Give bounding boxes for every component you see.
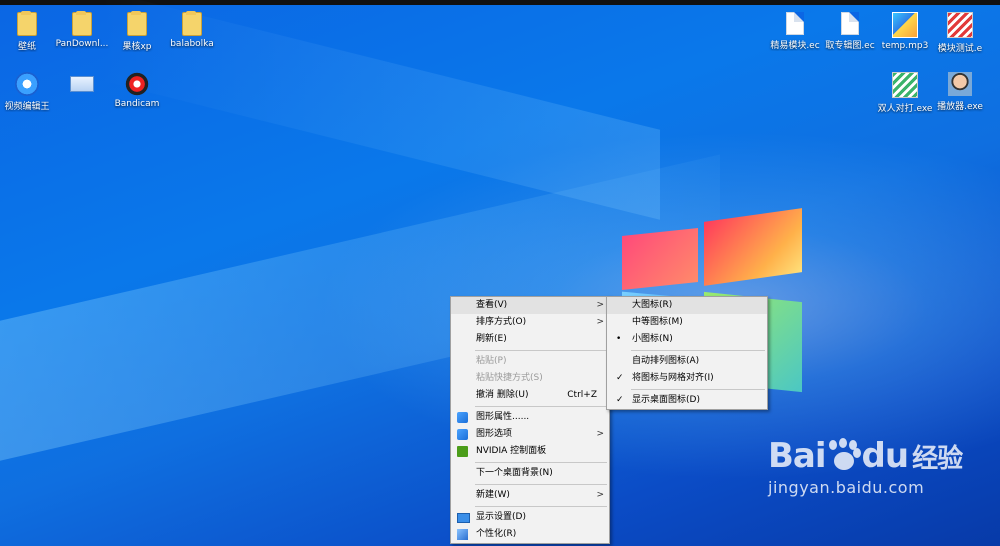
menu-item-label: 图形选项 [476, 429, 513, 439]
program-icon [892, 72, 918, 98]
desktop-icon-label: 视频编辑王 [4, 102, 50, 112]
graphics-icon [457, 429, 468, 440]
desktop-icon-label: 模块测试.e [937, 44, 983, 54]
desktop-context-menu: 查看(V) > 排序方式(O) > 刷新(E) 粘贴(P) 粘贴快捷方式(S) … [450, 296, 610, 544]
baidu-jingyan-watermark: Bai du 经验 jingyan.baidu.com [768, 436, 963, 497]
document-icon [786, 12, 804, 35]
paw-icon [828, 440, 860, 472]
menu-item-sort-by[interactable]: 排序方式(O) > [451, 314, 609, 331]
logo-pane-top-right [704, 208, 802, 286]
menu-item-personalize[interactable]: 个性化(R) [451, 526, 609, 543]
menu-item-nvidia-control-panel[interactable]: NVIDIA 控制面板 [451, 443, 609, 460]
nvidia-icon [457, 446, 468, 457]
watermark-url: jingyan.baidu.com [768, 478, 925, 497]
chevron-right-icon: > [596, 429, 604, 439]
menu-item-label: 小图标(N) [632, 334, 673, 344]
menu-item-label: 粘贴快捷方式(S) [476, 373, 543, 383]
submenu-item-medium-icons[interactable]: 中等图标(M) [607, 314, 767, 331]
menu-item-paste-shortcut[interactable]: 粘贴快捷方式(S) [451, 370, 609, 387]
desktop-icon-module-test[interactable]: 模块测试.e [928, 12, 992, 54]
computer-icon [70, 76, 94, 92]
menu-item-label: 粘贴(P) [476, 356, 507, 366]
view-submenu: 大图标(R) 中等图标(M) • 小图标(N) 自动排列图标(A) ✓ 将图标与… [606, 296, 768, 410]
menu-item-label: 排序方式(O) [476, 317, 527, 327]
baidu-logo-text-left: Bai [768, 436, 827, 476]
menu-item-paste[interactable]: 粘贴(P) [451, 353, 609, 370]
chevron-right-icon: > [596, 300, 604, 310]
menu-item-new[interactable]: 新建(W) > [451, 487, 609, 504]
audio-file-icon [892, 12, 918, 38]
checkmark-icon: ✓ [616, 395, 624, 405]
menu-item-label: 新建(W) [476, 490, 510, 500]
menu-separator [631, 350, 765, 351]
menu-item-label: 显示桌面图标(D) [632, 395, 700, 405]
submenu-item-align-to-grid[interactable]: ✓ 将图标与网格对齐(I) [607, 370, 767, 387]
menu-separator [475, 506, 607, 507]
bandicam-icon [125, 72, 149, 96]
chevron-right-icon: > [596, 490, 604, 500]
program-icon [948, 72, 972, 96]
menu-item-label: 中等图标(M) [632, 317, 683, 327]
desktop-icon-label: Bandicam [114, 99, 160, 109]
folder-icon [182, 11, 202, 36]
graphics-icon [457, 412, 468, 423]
video-editor-icon [15, 72, 39, 96]
submenu-item-show-desktop-icons[interactable]: ✓ 显示桌面图标(D) [607, 392, 767, 409]
menu-separator [475, 484, 607, 485]
logo-pane-top-left [622, 228, 698, 290]
submenu-item-small-icons[interactable]: • 小图标(N) [607, 331, 767, 348]
menu-item-shortcut: Ctrl+Z [567, 390, 597, 400]
folder-icon [72, 11, 92, 36]
submenu-item-large-icons[interactable]: 大图标(R) [607, 297, 767, 314]
folder-icon [127, 11, 147, 36]
menu-item-label: 个性化(R) [476, 529, 517, 539]
menu-item-label: 下一个桌面背景(N) [476, 468, 553, 478]
menu-item-graphics-properties[interactable]: 图形属性...... [451, 409, 609, 426]
menu-item-view[interactable]: 查看(V) > [451, 297, 609, 314]
menu-item-next-background[interactable]: 下一个桌面背景(N) [451, 465, 609, 482]
submenu-item-auto-arrange[interactable]: 自动排列图标(A) [607, 353, 767, 370]
desktop-icon-label: balabolka [170, 39, 214, 49]
document-icon [841, 12, 859, 35]
menu-separator [475, 350, 607, 351]
menu-item-label: 图形属性...... [476, 412, 530, 422]
menu-item-label: 显示设置(D) [476, 512, 526, 522]
menu-separator [631, 389, 765, 390]
menu-item-label: 自动排列图标(A) [632, 356, 700, 366]
menu-item-label: NVIDIA 控制面板 [476, 446, 547, 456]
menu-item-graphics-options[interactable]: 图形选项 > [451, 426, 609, 443]
menu-item-label: 刷新(E) [476, 334, 507, 344]
menu-item-label: 查看(V) [476, 300, 508, 310]
jingyan-text: 经验 [912, 443, 963, 474]
desktop-icon-balabolka-folder[interactable]: balabolka [160, 11, 224, 49]
personalize-icon [457, 529, 468, 540]
menu-item-label: 撤消 删除(U) [476, 390, 529, 400]
program-icon [947, 12, 973, 38]
desktop-background[interactable]: 壁纸 PanDownl... 果核xp balabolka 视频编辑王 Band… [0, 0, 1000, 546]
menu-item-label: 将图标与网格对齐(I) [632, 373, 714, 383]
menu-item-undo-delete[interactable]: 撤消 删除(U) Ctrl+Z [451, 387, 609, 404]
menu-separator [475, 462, 607, 463]
menu-item-display-settings[interactable]: 显示设置(D) [451, 509, 609, 526]
menu-item-label: 大图标(R) [632, 300, 673, 310]
baidu-logo: Bai du 经验 [768, 436, 963, 476]
checkmark-icon: ✓ [616, 373, 624, 383]
desktop-icon-bandicam[interactable]: Bandicam [105, 72, 169, 109]
radio-dot-icon: • [616, 334, 622, 344]
menu-item-refresh[interactable]: 刷新(E) [451, 331, 609, 348]
chevron-right-icon: > [596, 317, 604, 327]
desktop-icon-label: 播放器.exe [937, 102, 983, 112]
menu-separator [475, 406, 607, 407]
folder-icon [17, 11, 37, 36]
baidu-logo-text-right: du [861, 436, 910, 476]
desktop-icon-player[interactable]: 播放器.exe [928, 72, 992, 112]
display-icon [457, 513, 470, 523]
